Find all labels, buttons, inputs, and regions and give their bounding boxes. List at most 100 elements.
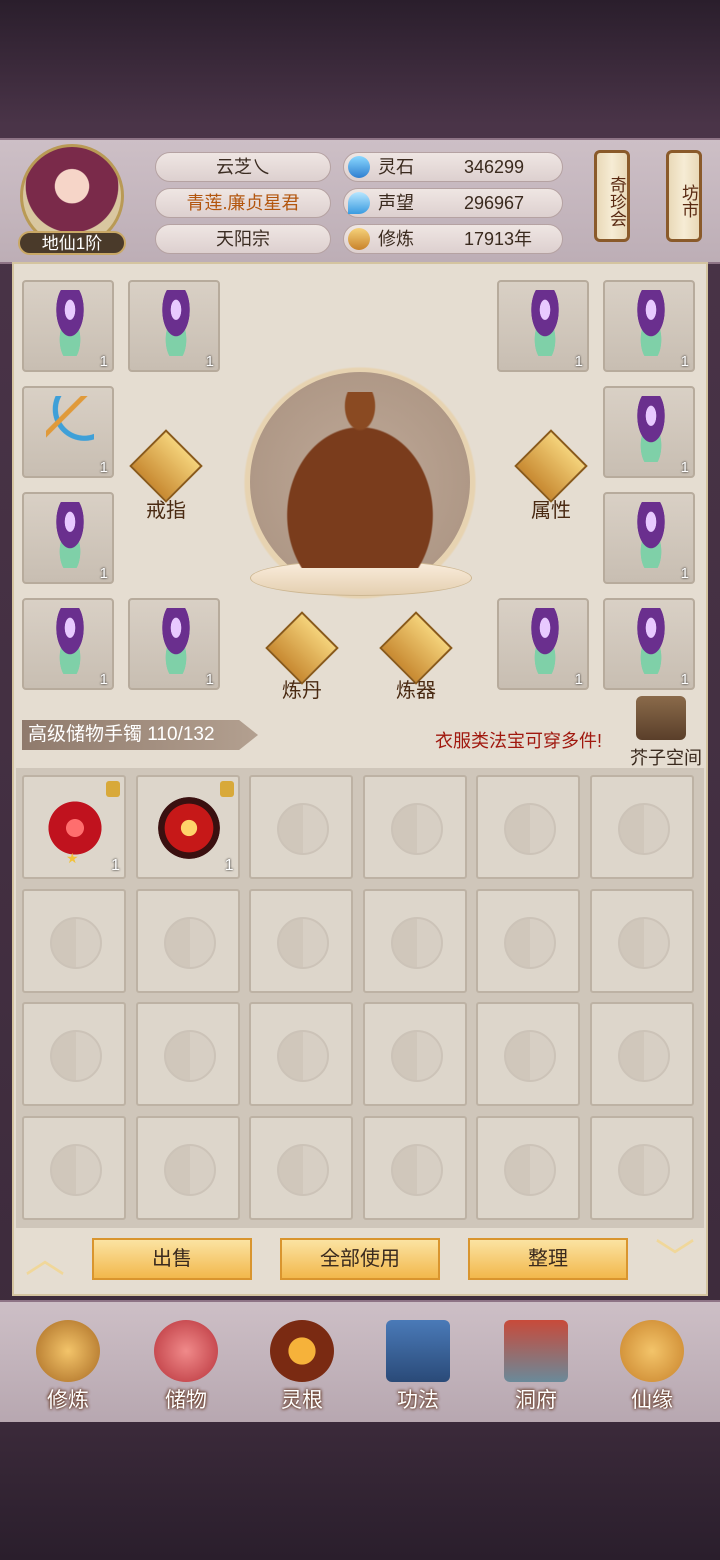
item-count: 1 xyxy=(111,857,120,874)
inventory-slot[interactable] xyxy=(589,888,694,993)
yin-yang-icon xyxy=(277,916,329,969)
yin-yang-icon xyxy=(504,1143,556,1196)
yin-yang-icon xyxy=(504,916,556,969)
attributes-label[interactable]: 属性 xyxy=(511,494,591,523)
nav-storage[interactable]: 储物 xyxy=(134,1318,238,1414)
inventory-slot[interactable] xyxy=(589,1115,694,1220)
robe-item-icon xyxy=(627,608,675,674)
mustard-space-icon[interactable] xyxy=(636,696,686,740)
inventory-slot[interactable] xyxy=(476,775,580,879)
nav-cultivate[interactable]: 修炼 xyxy=(16,1318,120,1414)
equip-slot[interactable]: 1 xyxy=(128,598,220,690)
yin-yang-icon xyxy=(617,803,670,855)
equip-slot[interactable]: 1 xyxy=(603,492,695,584)
player-rank-badge: 地仙1阶 xyxy=(18,231,126,255)
equip-slot[interactable]: 1 xyxy=(603,598,695,690)
mustard-space-label[interactable]: 芥子空间 xyxy=(630,744,702,770)
equip-tip: 衣服类法宝可穿多件! xyxy=(435,731,603,751)
inventory-slot[interactable] xyxy=(249,775,353,879)
inventory-slot[interactable] xyxy=(362,1115,467,1220)
use-all-button[interactable]: 全部使用 xyxy=(280,1238,440,1280)
red-orb-item-icon xyxy=(157,797,220,859)
monk-icon xyxy=(36,1320,100,1382)
robe-item-icon xyxy=(521,290,569,356)
stat-reputation: 声望 296967 xyxy=(343,188,563,218)
nav-fate[interactable]: 仙缘 xyxy=(600,1318,704,1414)
sell-button[interactable]: 出售 xyxy=(92,1238,252,1280)
inventory-slot[interactable] xyxy=(362,888,467,993)
ring-label[interactable]: 戒指 xyxy=(126,494,206,523)
equip-slot[interactable]: 1 xyxy=(603,280,695,372)
inventory-slot[interactable] xyxy=(476,888,580,993)
spirit-root-icon xyxy=(270,1320,334,1382)
nav-techniques[interactable]: 功法 xyxy=(366,1318,470,1414)
equip-slot[interactable]: 1 xyxy=(22,386,114,478)
nav-spirit-root[interactable]: 灵根 xyxy=(250,1318,354,1414)
equip-slot[interactable]: 1 xyxy=(497,598,589,690)
inventory-slot[interactable] xyxy=(22,1115,126,1220)
inventory-slot[interactable] xyxy=(362,1002,467,1106)
stat-value: 346299 xyxy=(464,157,525,177)
inventory-slot[interactable] xyxy=(135,1115,240,1220)
robe-item-icon xyxy=(627,396,675,462)
equip-slot[interactable]: 1 xyxy=(22,598,114,690)
equip-slot[interactable]: 1 xyxy=(128,280,220,372)
stat-value: 296967 xyxy=(464,193,525,213)
inventory-slot[interactable] xyxy=(362,775,467,879)
inventory-slot[interactable] xyxy=(589,1002,694,1106)
robe-item-icon xyxy=(627,290,675,356)
yin-yang-icon xyxy=(50,1030,102,1082)
stat-label: 灵石 xyxy=(378,157,414,177)
book-icon xyxy=(386,1320,450,1382)
treasure-fair-button[interactable]: 奇珍会 xyxy=(594,150,630,242)
player-title: 青莲.廉贞星君 xyxy=(155,188,331,218)
gourd-icon xyxy=(620,1320,684,1382)
equip-slot[interactable]: 1 xyxy=(22,492,114,584)
yin-yang-icon xyxy=(390,803,443,855)
reputation-icon xyxy=(348,192,370,214)
player-sect: 天阳宗 xyxy=(155,224,331,254)
alchemy-label[interactable]: 炼丹 xyxy=(262,674,342,703)
page-up-icon[interactable]: ︿ xyxy=(16,1239,74,1279)
inventory-slot[interactable] xyxy=(249,1115,353,1220)
yin-yang-icon xyxy=(390,1143,443,1196)
storage-bracelet-bar: 高级储物手镯 110/132 xyxy=(22,720,258,750)
inventory-slot[interactable] xyxy=(135,1002,240,1106)
nav-cave-house[interactable]: 洞府 xyxy=(484,1318,588,1414)
equip-slot[interactable]: 1 xyxy=(603,386,695,478)
bottom-background xyxy=(0,1422,720,1560)
inventory-slot[interactable]: 1 xyxy=(135,775,240,879)
forge-label[interactable]: 炼器 xyxy=(376,674,456,703)
yin-yang-icon xyxy=(163,1143,216,1196)
equip-slot[interactable]: 1 xyxy=(22,280,114,372)
inventory-slot[interactable] xyxy=(135,888,240,993)
equip-slot[interactable]: 1 xyxy=(497,280,589,372)
stat-cultivation: 修炼 17913年 xyxy=(343,224,563,254)
inventory-slot[interactable] xyxy=(249,888,353,993)
yin-yang-icon xyxy=(390,1030,443,1082)
inventory-slot[interactable] xyxy=(476,1115,580,1220)
yin-yang-icon xyxy=(277,803,329,855)
lock-icon xyxy=(106,781,120,797)
market-button[interactable]: 坊市 xyxy=(666,150,702,242)
robe-item-icon xyxy=(46,608,94,674)
robe-item-icon xyxy=(152,608,200,674)
robe-item-icon xyxy=(152,290,200,356)
spirit-stone-icon xyxy=(348,156,370,178)
bag-icon xyxy=(154,1320,218,1382)
stat-label: 声望 xyxy=(378,193,414,213)
stat-label: 修炼 xyxy=(378,229,414,249)
inventory-slot[interactable] xyxy=(476,1002,580,1106)
inventory-slot[interactable] xyxy=(249,1002,353,1106)
inventory-slot[interactable] xyxy=(22,1002,126,1106)
inventory-slot[interactable]: ★ 1 xyxy=(22,775,126,879)
meditating-silhouette xyxy=(258,392,462,568)
sort-button[interactable]: 整理 xyxy=(468,1238,628,1280)
inventory-slot[interactable] xyxy=(589,775,694,879)
robe-item-icon xyxy=(46,502,94,568)
inventory-slot[interactable] xyxy=(22,888,126,993)
yin-yang-icon xyxy=(504,803,556,855)
page-down-icon[interactable]: ﹀ xyxy=(646,1239,704,1279)
yin-yang-icon xyxy=(163,916,216,969)
star-icon: ★ xyxy=(66,850,79,866)
